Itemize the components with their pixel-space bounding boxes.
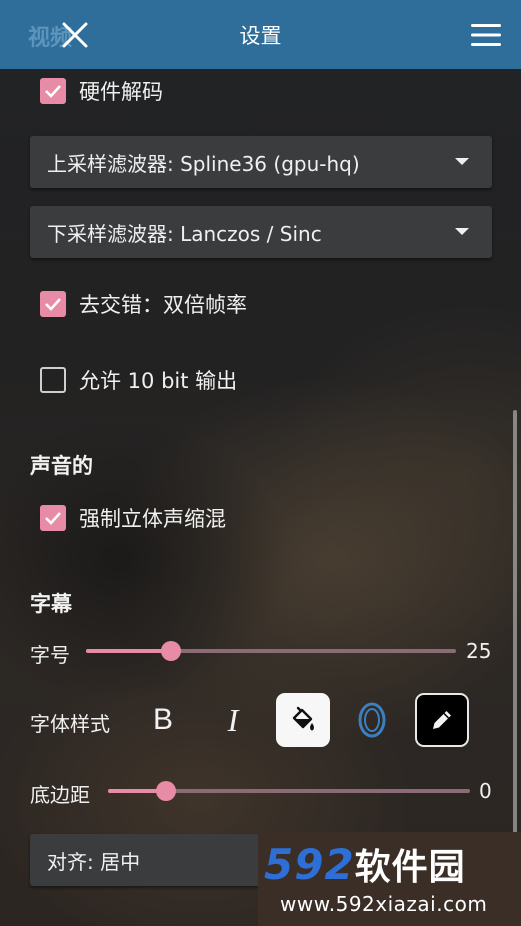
- align-value: 对齐: 居中: [47, 849, 141, 874]
- font-size-value: 25: [466, 639, 492, 663]
- deinterlace-checkbox[interactable]: 去交错：双倍帧率: [40, 289, 247, 319]
- hardware-decoding-label: 硬件解码: [79, 80, 163, 104]
- check-icon: [45, 85, 61, 98]
- checkbox-unchecked[interactable]: [40, 367, 66, 393]
- close-button[interactable]: [58, 18, 92, 52]
- allow-10bit-checkbox[interactable]: 允许 10 bit 输出: [40, 365, 237, 395]
- checkbox-checked[interactable]: [40, 78, 66, 104]
- font-style-label: 字体样式: [30, 712, 110, 736]
- hardware-decoding-checkbox[interactable]: 硬件解码: [40, 76, 163, 106]
- menu-button[interactable]: [471, 22, 501, 48]
- slider-fill: [86, 649, 171, 653]
- paint-bucket-icon: [292, 706, 314, 731]
- checkbox-checked[interactable]: [40, 291, 66, 317]
- bottom-margin-slider[interactable]: [108, 781, 470, 801]
- watermark-logo: 592软件园 www.592xiazai.com: [258, 832, 521, 926]
- outline-o-icon: [358, 702, 386, 738]
- page-title: 设置: [239, 23, 282, 48]
- pencil-icon: [433, 711, 451, 729]
- slider-thumb[interactable]: [156, 781, 176, 801]
- upscale-filter-dropdown[interactable]: 上采样滤波器: Spline36 (gpu-hq): [30, 136, 492, 188]
- check-icon: [45, 298, 61, 311]
- border-color-button[interactable]: [415, 693, 469, 747]
- slider-thumb[interactable]: [161, 641, 181, 661]
- bottom-margin-value: 0: [479, 779, 492, 803]
- check-icon: [45, 512, 61, 525]
- font-size-slider[interactable]: [86, 641, 456, 661]
- stereo-downmix-label: 强制立体声缩混: [79, 507, 226, 531]
- downscale-filter-value: 下采样滤波器: Lanczos / Sinc: [47, 221, 322, 246]
- watermark-title: 592软件园: [264, 838, 466, 890]
- scrollbar[interactable]: [513, 410, 517, 850]
- text-color-button[interactable]: [276, 693, 330, 747]
- hamburger-menu-icon: [471, 24, 501, 46]
- checkbox-checked[interactable]: [40, 505, 66, 531]
- dropdown-arrow-icon: [455, 228, 469, 235]
- allow-10bit-label: 允许 10 bit 输出: [79, 369, 238, 393]
- watermark-name: 软件园: [354, 847, 466, 888]
- bottom-margin-label: 底边距: [30, 783, 90, 807]
- upscale-filter-value: 上采样滤波器: Spline36 (gpu-hq): [47, 151, 360, 176]
- stereo-downmix-checkbox[interactable]: 强制立体声缩混: [40, 503, 226, 533]
- italic-toggle-button[interactable]: I: [206, 693, 260, 747]
- bold-toggle-button[interactable]: B: [136, 693, 190, 747]
- font-size-label: 字号: [30, 643, 70, 667]
- audio-section-title: 声音的: [30, 454, 93, 478]
- app-bar: 视频 设置: [0, 0, 521, 69]
- watermark-number: 592: [264, 840, 355, 889]
- close-icon: [62, 22, 88, 48]
- dropdown-arrow-icon: [455, 158, 469, 165]
- deinterlace-label: 去交错：双倍帧率: [79, 293, 247, 317]
- align-dropdown[interactable]: 对齐: 居中: [30, 834, 260, 886]
- subtitles-section-title: 字幕: [30, 592, 72, 616]
- downscale-filter-dropdown[interactable]: 下采样滤波器: Lanczos / Sinc: [30, 206, 492, 258]
- outline-toggle-button[interactable]: [345, 693, 399, 747]
- watermark-url: www.592xiazai.com: [280, 892, 488, 916]
